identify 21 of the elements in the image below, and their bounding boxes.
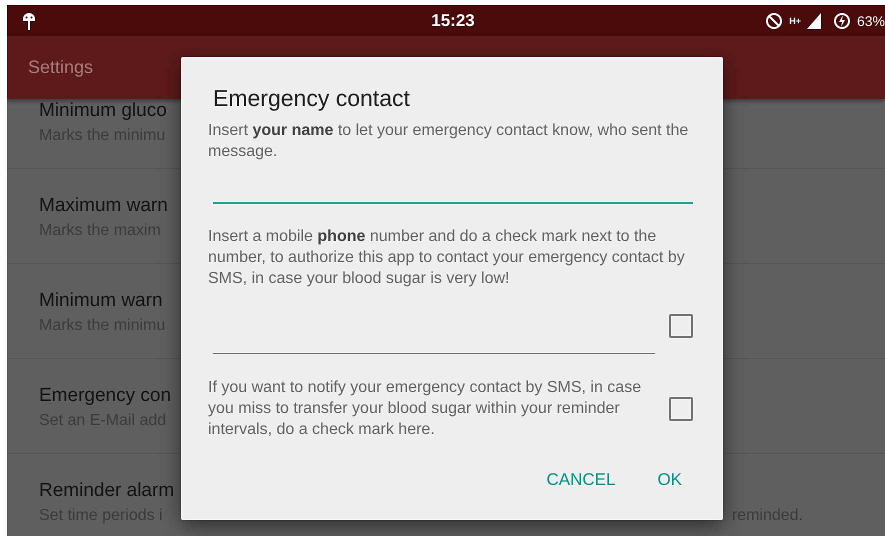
settings-title: Minimum warn xyxy=(39,289,163,313)
battery-percent: 63% xyxy=(856,12,885,28)
do-not-disturb-icon xyxy=(765,12,784,30)
settings-title: Emergency con xyxy=(39,384,172,408)
dialog-button[interactable]: CANCEL xyxy=(532,462,630,498)
network-type: H+ xyxy=(789,16,801,26)
checkbox[interactable] xyxy=(669,314,693,338)
battery-charging-icon xyxy=(832,12,851,30)
name-instruction: Insert your name to let your emergency contact know, who sent the message. xyxy=(208,121,690,162)
dialog-button[interactable]: OK xyxy=(643,462,696,498)
signal-icon xyxy=(806,12,821,28)
checkbox[interactable] xyxy=(669,396,693,420)
app-bar-title: Settings xyxy=(28,57,94,78)
dialog-title: Emergency contact xyxy=(212,85,411,112)
sms-instruction: If you want to notify your emergency contact by SMS, in case you miss to transfer your blood sugar within your reminder intervals, do a check mark here. xyxy=(208,378,642,440)
android-icon xyxy=(21,10,37,30)
phone-instruction: Insert a mobile phone number and do a check mark next to the number, to authorize this app to contact your emergency contact by SMS, in case your blood sugar is very low! xyxy=(208,227,686,289)
settings-title: Minimum gluco xyxy=(39,99,167,123)
clock-time: 15:23 xyxy=(431,10,475,30)
settings-title: Reminder alarm xyxy=(39,479,174,503)
settings-title: Maximum warn xyxy=(39,194,168,218)
